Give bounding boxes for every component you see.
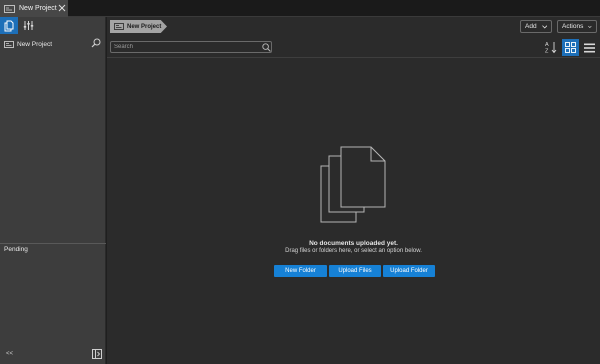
add-button[interactable]: Add — [520, 20, 552, 33]
empty-documents-icon — [320, 146, 386, 223]
breadcrumb[interactable]: New Project — [110, 20, 167, 33]
tab-label: New Project — [19, 5, 57, 12]
settings-tool-button[interactable] — [19, 17, 37, 34]
toolbar-divider — [107, 57, 600, 58]
collapse-sidebar-button[interactable]: << — [6, 351, 13, 357]
close-icon[interactable] — [58, 4, 66, 12]
grid-view-button[interactable] — [562, 39, 579, 56]
search-icon[interactable] — [91, 38, 101, 48]
svg-text:Z: Z — [545, 49, 549, 55]
chevron-down-icon — [541, 24, 547, 28]
upload-folder-button[interactable]: Upload Folder — [383, 265, 435, 277]
upload-files-button[interactable]: Upload Files — [329, 265, 381, 277]
documents-icon — [4, 20, 14, 31]
project-icon — [4, 4, 15, 13]
list-icon — [584, 43, 595, 52]
grid-icon — [565, 42, 576, 53]
tab-bar: New Project — [0, 0, 600, 17]
tab-new-project[interactable]: New Project — [0, 0, 68, 17]
project-icon — [4, 41, 14, 48]
main-content: New Project Add Actions A Z — [107, 17, 600, 364]
search-box[interactable] — [110, 41, 272, 53]
pending-heading: Pending — [4, 246, 28, 253]
list-view-button[interactable] — [581, 39, 598, 56]
empty-state-title: No documents uploaded yet. — [309, 240, 398, 247]
search-input[interactable] — [114, 42, 254, 52]
documents-tool-button[interactable] — [0, 17, 18, 34]
sort-az-icon[interactable]: A Z — [544, 40, 558, 54]
new-folder-button[interactable]: New Folder — [274, 265, 327, 277]
svg-text:A: A — [545, 42, 549, 48]
add-button-label: Add — [525, 23, 537, 30]
project-icon — [114, 23, 124, 30]
empty-state-subtitle: Drag files or folders here, or select an… — [285, 248, 422, 254]
chevron-down-icon — [588, 25, 592, 28]
search-icon[interactable] — [262, 43, 271, 52]
breadcrumb-label: New Project — [127, 23, 162, 30]
sidebar-divider[interactable] — [0, 243, 106, 244]
panel-toggle-icon[interactable] — [92, 349, 102, 359]
actions-button-label: Actions — [562, 23, 584, 30]
sliders-icon — [23, 21, 33, 30]
sidebar: New Project Pending << — [0, 17, 106, 364]
actions-button[interactable]: Actions — [557, 20, 597, 33]
sidebar-item-label: New Project — [17, 41, 53, 48]
